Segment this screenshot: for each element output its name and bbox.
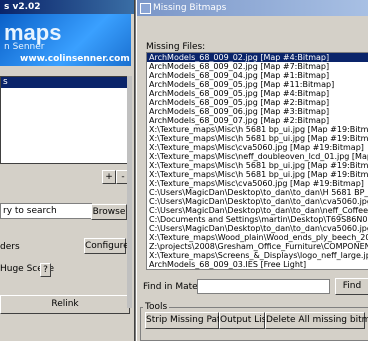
missing-bitmaps-window: Missing Bitmaps Missing Files: ArchModel… [136,0,368,341]
missing-files-list[interactable]: ArchModels_68_009_02.jpg [Map #4:Bitmap]… [146,52,368,270]
list-item[interactable]: ArchModels_68_009_05.jpg [Map #4:Bitmap] [147,89,368,98]
main-window-title: s v2.02 [4,2,41,12]
list-item[interactable]: ArchModels_68_009_03.IES [Free Light] [147,260,368,269]
list-item[interactable]: X:\Texture_maps\Misc\cva5060.jpg [Map #1… [147,179,368,188]
list-item[interactable]: C:\Users\MagicDan\Desktop\to_dan\to_dan\… [147,188,368,197]
strip-missing-paths-button[interactable]: Strip Missing Paths [145,312,231,329]
list-item[interactable]: ArchModels_68_009_02.jpg [Map #4:Bitmap] [147,53,368,62]
list-item[interactable]: ArchModels_68_009_06.jpg [Map #3:Bitmap] [147,107,368,116]
missing-files-label: Missing Files: [146,42,206,52]
list-item[interactable]: X:\Texture_maps\Misc\h 5681 bp_ui.jpg [M… [147,125,368,134]
banner-author: n Senner [4,42,45,52]
window-icon [140,3,151,14]
list-item[interactable]: C:\Users\MagicDan\Desktop\to_dan\to_dan\… [147,197,368,206]
list-item[interactable]: C:\Documents and Settings\martin\Desktop… [147,215,368,224]
delete-all-missing-bitmaps-button[interactable]: Delete All missing bitmaps [265,312,368,329]
find-in-material-input[interactable] [197,279,330,294]
list-item[interactable]: X:\Texture_maps\Misc\cva5060.jpg [Map #1… [147,143,368,152]
list-item[interactable]: X:\Texture_maps\Wood_plain\Wood_ends_ply… [147,233,368,242]
list-item[interactable]: X:\Texture_maps\Misc\neff_doubleoven_lcd… [147,152,368,161]
browse-button[interactable]: Browse [91,204,127,220]
list-item[interactable]: ArchModels_68_009_07.jpg [Map #2:Bitmap] [147,116,368,125]
main-window-titlebar: s v2.02 [0,0,134,14]
banner-url: www.colinsenner.com [20,54,130,64]
tools-group-label: Tools [143,302,170,312]
list-item[interactable]: C:\Users\MagicDan\Desktop\to_dan\to_dan\… [147,206,368,215]
relink-button[interactable]: Relink [0,295,130,314]
list-item[interactable]: ArchModels_68_009_04.jpg [Map #1:Bitmap] [147,71,368,80]
configure-button[interactable]: Configure [84,238,129,254]
main-window: s v2.02 maps n Senner www.colinsenner.co… [0,0,135,341]
help-button[interactable]: ? [40,263,51,277]
search-paths-list[interactable]: s [0,76,129,164]
folders-label: ders [0,242,20,252]
window-title: Missing Bitmaps [153,3,227,13]
scrollbar[interactable] [127,76,132,308]
list-item[interactable]: X:\Texture_maps\Screens_&_Displays\logo_… [147,251,368,260]
list-item[interactable]: X:\Texture_maps\Misc\h 5681 bp_ui.jpg [M… [147,134,368,143]
list-item[interactable]: s [1,77,128,88]
list-item[interactable]: X:\Texture_maps\Misc\h 5681 bp_ui.jpg [M… [147,170,368,179]
list-item[interactable]: C:\Users\MagicDan\Desktop\to_dan\to_dan\… [147,224,368,233]
list-item[interactable]: X:\Texture_maps\Misc\h 5681 bp_ui.jpg [M… [147,161,368,170]
list-item[interactable]: ArchModels_68_009_05.jpg [Map #2:Bitmap] [147,98,368,107]
add-path-button[interactable]: + [102,170,116,184]
list-item[interactable]: ArchModels_68_009_02.jpg [Map #7:Bitmap] [147,62,368,71]
missing-bitmaps-titlebar[interactable]: Missing Bitmaps [137,0,368,16]
logo-banner: maps n Senner www.colinsenner.com [0,14,131,66]
list-item[interactable]: Z:\projects\2008\Gresham_Office_Furnitur… [147,242,368,251]
find-button[interactable]: Find [335,278,368,295]
output-list-button[interactable]: Output List [219,312,270,329]
list-item[interactable]: ArchModels_68_009_05.jpg [Map #11:Bitmap… [147,80,368,89]
search-directory-field[interactable]: ry to search [0,203,92,219]
